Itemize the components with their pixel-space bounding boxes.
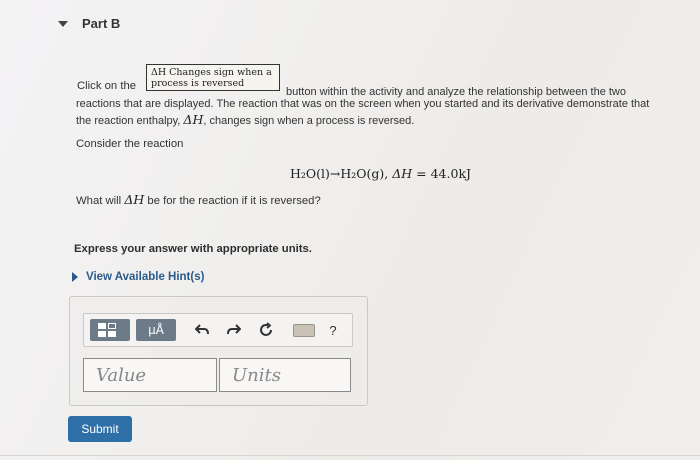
hint-label: View Available Hint(s) — [86, 271, 205, 283]
templates-icon — [95, 322, 125, 338]
redo-icon[interactable] — [224, 319, 244, 341]
activity-sign-change-button[interactable]: ΔH Changes sign when a process is revers… — [146, 64, 280, 91]
help-button[interactable]: ? — [324, 319, 342, 341]
question-text: What will ΔH be for the reaction if it i… — [76, 192, 321, 207]
instruction-delta-h: ΔH — [183, 112, 204, 127]
reaction-delta-h: ΔH — [392, 166, 413, 181]
view-hints-link[interactable]: View Available Hint(s) — [72, 271, 204, 283]
instruction-line3-post: , changes sign when a process is reverse… — [203, 115, 415, 127]
reaction-equation: H₂O(l)→H₂O(g), ΔH = 44.0kJ — [290, 166, 471, 181]
reaction-lhs: H₂O(l)→H₂O(g), — [290, 166, 393, 181]
question-delta-h: ΔH — [124, 192, 145, 207]
submit-button[interactable]: Submit — [68, 416, 132, 442]
templates-button[interactable] — [90, 319, 130, 341]
instruction-line1-post: button within the activity and analyze t… — [286, 86, 626, 98]
answer-widget: μÅ ? Value Units — [69, 296, 368, 406]
instruction-line3-pre: the reaction enthalpy, — [76, 115, 184, 127]
consider-text: Consider the reaction — [76, 138, 184, 150]
instruction-line2: reactions that are displayed. The reacti… — [76, 98, 650, 110]
hint-expand-triangle-icon — [72, 272, 78, 282]
reset-icon[interactable] — [256, 319, 276, 341]
part-header[interactable]: Part B — [58, 16, 120, 31]
units-input[interactable]: Units — [219, 358, 351, 392]
undo-icon[interactable] — [192, 319, 212, 341]
keyboard-icon[interactable] — [291, 319, 317, 341]
instruction-line1-pre: Click on the — [77, 80, 137, 92]
collapse-triangle-icon[interactable] — [58, 20, 68, 27]
activity-button-line1: ΔH Changes sign when a — [151, 67, 272, 78]
instruction-line3: the reaction enthalpy, ΔH, changes sign … — [76, 112, 414, 127]
question-post: be for the reaction if it is reversed? — [144, 195, 321, 207]
express-instruction: Express your answer with appropriate uni… — [74, 243, 312, 255]
part-title: Part B — [82, 16, 121, 31]
divider — [0, 455, 700, 456]
activity-button-line2: process is reversed — [151, 78, 245, 89]
value-input[interactable]: Value — [83, 358, 217, 392]
units-button[interactable]: μÅ — [136, 319, 176, 341]
question-pre: What will — [76, 195, 125, 207]
math-toolbar: μÅ ? — [83, 313, 353, 347]
reaction-rhs: = 44.0kJ — [412, 166, 472, 181]
